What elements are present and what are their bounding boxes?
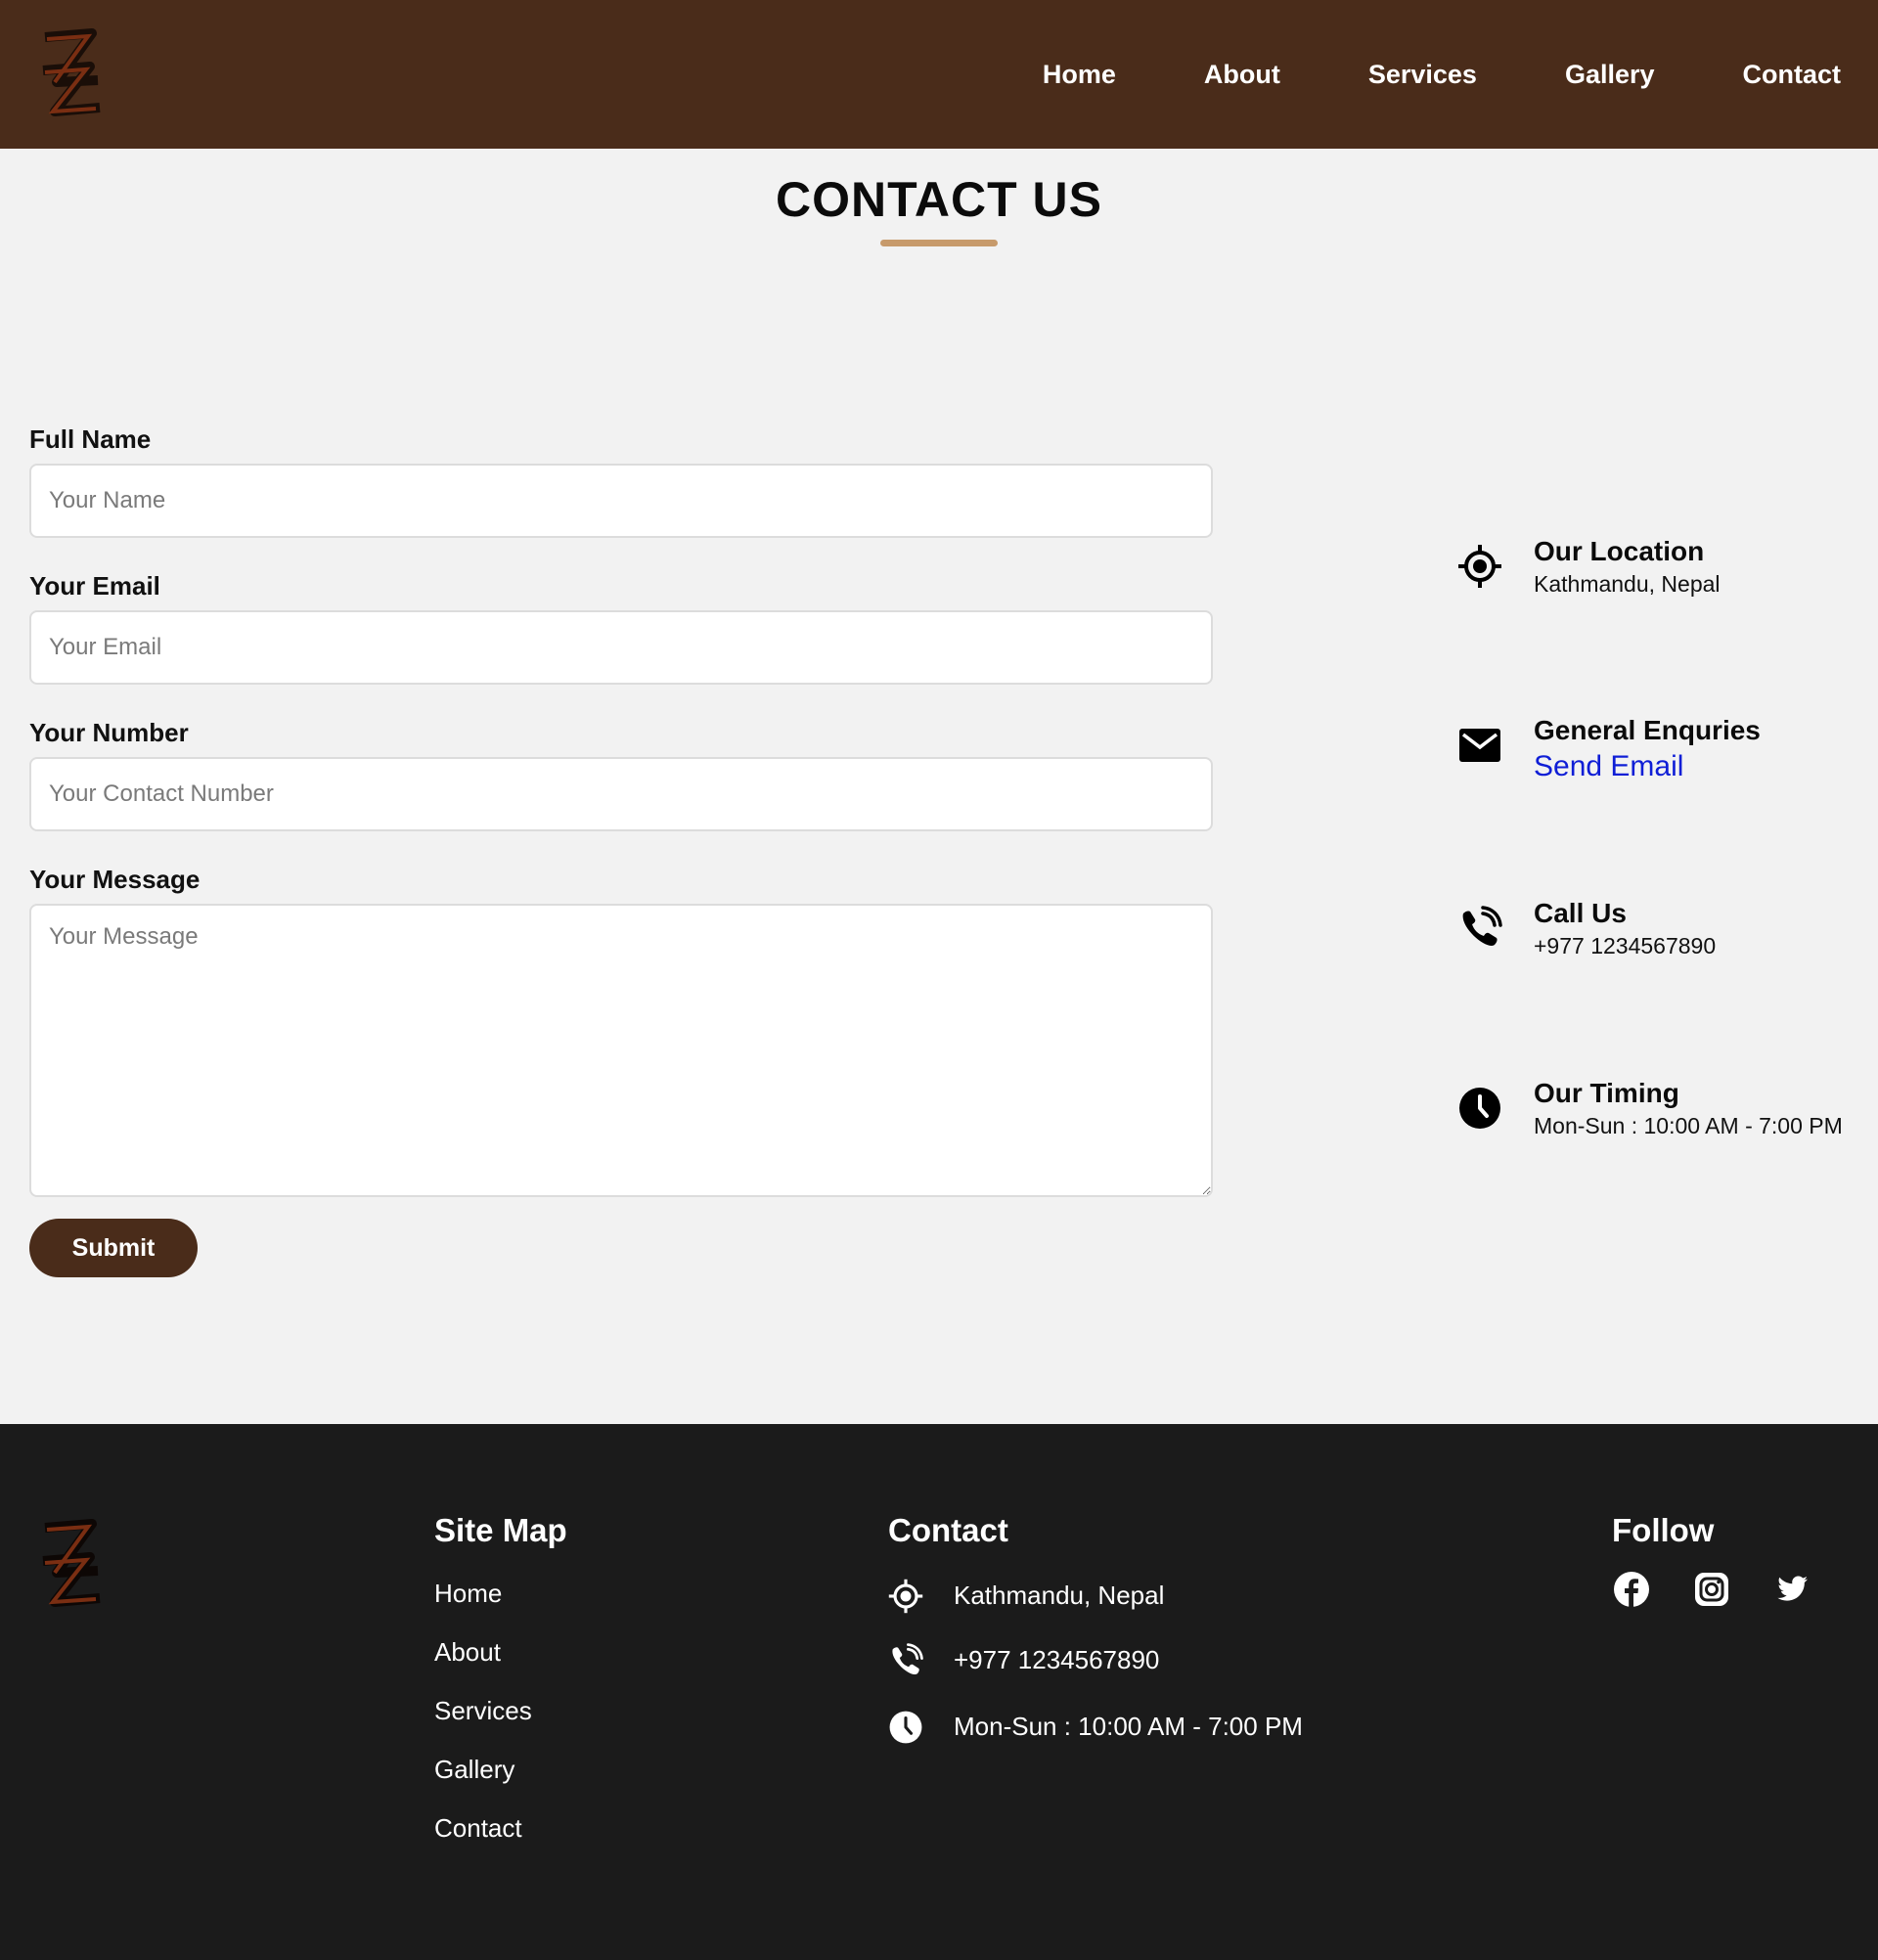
brand-logo[interactable] (35, 27, 110, 121)
footer-link-services[interactable]: Services (434, 1696, 532, 1726)
envelope-icon (1459, 729, 1500, 762)
footer-link-gallery[interactable]: Gallery (434, 1755, 514, 1785)
timing-title: Our Timing (1534, 1078, 1679, 1108)
page-title: CONTACT US (775, 172, 1103, 227)
instagram-icon[interactable] (1693, 1571, 1730, 1608)
main-nav: Home About Services Gallery Contact (955, 0, 1841, 149)
message-textarea[interactable] (29, 904, 1213, 1197)
sitemap-heading: Site Map (434, 1512, 567, 1548)
number-label: Your Number (29, 718, 189, 747)
full-name-label: Full Name (29, 424, 152, 454)
email-label: Your Email (29, 571, 160, 601)
site-footer: Site Map Home About Services Gallery Con… (0, 1424, 1878, 1960)
nav-contact[interactable]: Contact (1743, 60, 1842, 90)
message-label: Your Message (29, 865, 201, 894)
nav-gallery[interactable]: Gallery (1565, 60, 1655, 90)
site-header: Home About Services Gallery Contact (0, 0, 1878, 149)
facebook-icon[interactable] (1613, 1571, 1650, 1608)
enquiries-title: General Enquries (1534, 715, 1761, 745)
footer-location-text: Kathmandu, Nepal (954, 1581, 1165, 1610)
footer-contact-heading: Contact (888, 1512, 1008, 1548)
full-name-input[interactable] (29, 464, 1213, 538)
phone-icon (892, 1643, 923, 1675)
location-text: Kathmandu, Nepal (1534, 571, 1721, 597)
timing-text: Mon-Sun : 10:00 AM - 7:00 PM (1534, 1113, 1843, 1138)
send-email-link[interactable]: Send Email (1534, 750, 1683, 783)
footer-timing-text: Mon-Sun : 10:00 AM - 7:00 PM (954, 1712, 1303, 1741)
location-crosshair-icon (888, 1579, 923, 1614)
call-text: +977 1234567890 (1534, 933, 1717, 958)
nav-services[interactable]: Services (1368, 60, 1477, 90)
nav-home[interactable]: Home (1043, 60, 1116, 90)
footer-link-about[interactable]: About (434, 1637, 501, 1668)
clock-icon (1459, 1088, 1500, 1129)
twitter-icon[interactable] (1773, 1571, 1811, 1608)
phone-icon (1462, 906, 1502, 946)
submit-button[interactable]: Submit (29, 1219, 198, 1277)
title-underline (880, 240, 998, 246)
follow-heading: Follow (1612, 1512, 1715, 1548)
location-crosshair-icon (1458, 545, 1501, 588)
footer-logo[interactable] (35, 1518, 110, 1612)
nav-about[interactable]: About (1204, 60, 1280, 90)
email-input[interactable] (29, 610, 1213, 685)
footer-link-contact[interactable]: Contact (434, 1813, 522, 1844)
footer-phone-text: +977 1234567890 (954, 1645, 1160, 1674)
clock-icon (889, 1711, 922, 1744)
call-title: Call Us (1534, 898, 1627, 928)
footer-link-home[interactable]: Home (434, 1579, 502, 1609)
location-title: Our Location (1534, 536, 1705, 566)
number-input[interactable] (29, 757, 1213, 831)
contact-form: Full Name Your Email Your Number Your Me… (29, 423, 1213, 1197)
